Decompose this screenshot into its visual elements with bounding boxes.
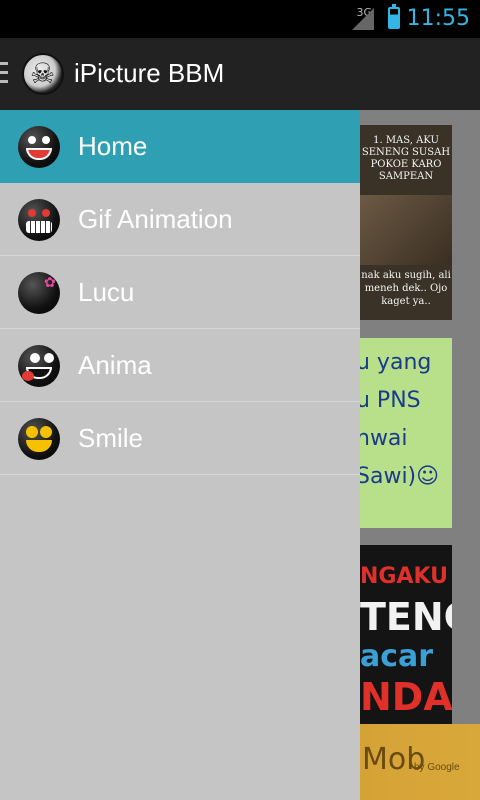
status-time: 11:55 [406,6,470,31]
card-text: nwai [356,426,408,451]
angry-emoji-icon [18,126,60,168]
devil-emoji-icon [18,199,60,241]
card-text: acar [360,639,434,674]
drawer-item-label: Home [78,131,148,161]
drawer-item-smile[interactable]: Smile [0,402,360,475]
money-emoji-icon [18,418,60,460]
drawer-item-lucu[interactable]: ✿ Lucu [0,256,360,329]
signal-icon [352,8,374,30]
battery-icon [388,4,400,29]
app-logo-icon[interactable] [22,53,64,95]
card-text: u PNS [356,388,421,413]
card-text: TENG [360,595,452,639]
tongue-emoji-icon [18,345,60,387]
image-card[interactable]: u yang u PNS nwai Sawi)☺ [350,338,452,528]
drawer-item-anima[interactable]: Anima [0,329,360,402]
image-card[interactable]: NGAKU TENG acar NDA [360,545,452,730]
card-text: 1. MAS, AKU SENENG SUSAH POKOE KARO SAMP… [361,135,451,182]
image-card[interactable]: 1. MAS, AKU SENENG SUSAH POKOE KARO SAMP… [360,125,452,320]
drawer-item-label: Anima [78,350,152,380]
bomb-emoji-icon: ✿ [18,272,60,314]
drawer-item-label: Lucu [78,277,135,307]
card-text: nak aku sugih, ali meneh dek.. Ojo kaget… [361,270,451,307]
status-bar: 3G 11:55 [0,0,480,38]
card-text: NDA [360,675,452,719]
card-text: u yang [356,350,432,375]
drawer-toggle-icon[interactable] [0,62,8,84]
drawer-item-home[interactable]: Home [0,110,360,183]
action-bar: iPicture BBM [0,38,480,110]
ad-subtext: by Google [414,762,460,773]
card-text: NGAKU [360,564,449,589]
drawer-item-label: Gif Animation [78,204,233,234]
navigation-drawer: Home Gif Animation ✿ Lucu Anima Smile [0,110,360,800]
drawer-item-label: Smile [78,423,144,453]
card-text: Sawi)☺ [356,464,440,489]
drawer-item-gif-animation[interactable]: Gif Animation [0,183,360,256]
app-title: iPicture BBM [74,58,225,88]
card-photo [360,195,452,265]
